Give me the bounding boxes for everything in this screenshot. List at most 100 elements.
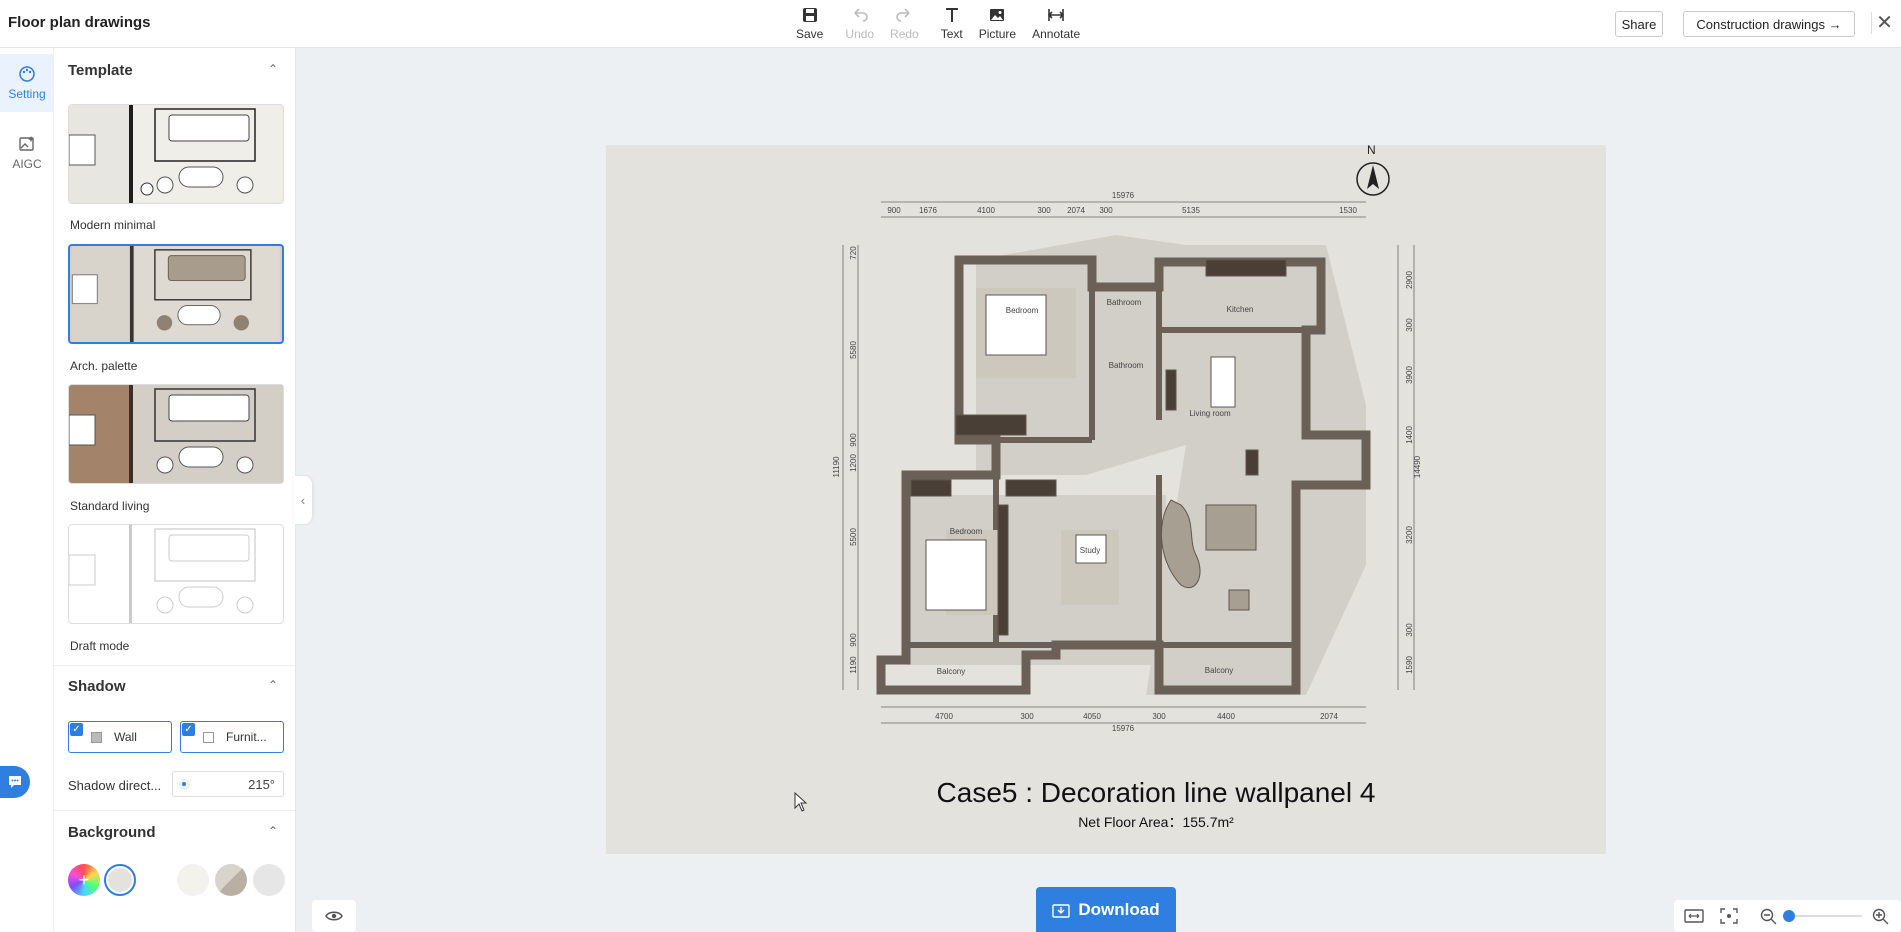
fit-screen-icon[interactable] [1720, 908, 1738, 924]
room-label: Living room [1189, 409, 1231, 418]
share-button[interactable]: Share [1615, 11, 1663, 37]
dimension-label: 5580 [849, 341, 858, 359]
download-image-icon [1052, 903, 1071, 918]
undo-icon [854, 8, 868, 22]
rail-item-setting[interactable]: Setting [0, 54, 54, 112]
construction-drawings-button[interactable]: Construction drawings → [1683, 11, 1855, 37]
chevron-up-icon[interactable]: ⌃ [268, 824, 278, 838]
template-label: Modern minimal [70, 218, 156, 232]
cube-icon [91, 731, 102, 743]
dimension-label: 3900 [1405, 366, 1414, 384]
image-ai-icon [19, 136, 34, 151]
save-button[interactable]: Save [796, 6, 823, 42]
plan-title: Case5 : Decoration line wallpanel 4 [936, 777, 1376, 808]
dimension-label: 1590 [1405, 656, 1414, 674]
dimension-label: 4700 [935, 712, 953, 721]
checkbox-checked-icon: ✓ [182, 723, 195, 736]
shadow-furniture-toggle[interactable]: ✓ Furnit... [180, 721, 284, 753]
background-swatch-selected[interactable] [104, 864, 136, 896]
shadow-direction-value: 215° [248, 777, 275, 792]
dimension-label: 15976 [1112, 724, 1135, 733]
dimension-label: 2074 [1320, 712, 1338, 721]
picture-label: Picture [978, 27, 1017, 41]
room-label: Balcony [1205, 666, 1233, 675]
room-label: Kitchen [1227, 305, 1254, 314]
room-label: Balcony [937, 667, 965, 676]
shadow-wall-toggle[interactable]: ✓ Wall [68, 721, 172, 753]
chevron-up-icon[interactable]: ⌃ [268, 678, 278, 692]
template-card-arch-palette[interactable] [68, 244, 284, 344]
redo-icon [896, 8, 910, 22]
mouse-cursor-icon [794, 792, 808, 812]
template-card-draft-mode[interactable] [68, 524, 284, 624]
dimension-label: 5135 [1182, 206, 1200, 215]
dimension-label: 14490 [1413, 455, 1422, 478]
template-label: Arch. palette [70, 359, 138, 373]
zoom-slider-track[interactable] [1784, 915, 1862, 917]
top-bar: Floor plan drawings Save Undo Redo Text … [0, 0, 1901, 48]
template-label: Draft mode [70, 639, 130, 653]
template-label: Standard living [70, 499, 150, 513]
room-label: Study [1080, 546, 1100, 555]
text-label: Text [940, 27, 963, 41]
rail-label-setting: Setting [8, 87, 46, 101]
redo-button[interactable]: Redo [890, 6, 919, 42]
zoom-out-icon[interactable] [1760, 908, 1778, 926]
template-thumbnail [69, 105, 283, 203]
color-picker-icon[interactable]: + [68, 864, 100, 896]
palette-icon [19, 66, 35, 82]
template-title: Template [68, 62, 133, 79]
preview-eye-icon[interactable] [312, 900, 356, 932]
annotate-button[interactable]: Annotate [1032, 6, 1080, 42]
chevron-up-icon[interactable]: ⌃ [268, 62, 278, 76]
template-thumbnail [69, 385, 283, 483]
dimension-label: 720 [849, 246, 858, 260]
room-label: Bedroom [1006, 306, 1039, 315]
checkbox-checked-icon: ✓ [70, 723, 83, 736]
undo-button[interactable]: Undo [845, 6, 874, 42]
template-card-modern-minimal[interactable] [68, 104, 284, 204]
download-label: Download [1078, 899, 1160, 919]
picture-button[interactable]: Picture [979, 6, 1016, 42]
floor-plan-canvas[interactable]: 15976 15976 11190 14490 900 1676 4100 300 2074 30… [606, 143, 1606, 854]
furniture-icon [203, 731, 214, 743]
dimension-label: 1530 [1339, 206, 1357, 215]
dimension-label: 900 [849, 633, 858, 647]
download-button[interactable]: Download [1036, 887, 1176, 932]
zoom-slider-handle[interactable] [1783, 910, 1795, 922]
settings-panel: Template ⌃ Modern minimal Arch. palette … [54, 48, 296, 932]
dimension-label: 4400 [1217, 712, 1235, 721]
dimension-label: 300 [1152, 712, 1166, 721]
dimension-label: 2074 [1067, 206, 1085, 215]
left-rail: Setting AIGC [0, 48, 54, 932]
save-icon [802, 8, 817, 22]
dimension-label: 300 [1020, 712, 1034, 721]
text-icon [945, 8, 958, 22]
rail-item-aigc[interactable]: AIGC [0, 124, 54, 182]
direction-dial-icon[interactable] [179, 779, 190, 790]
background-swatch[interactable] [253, 864, 285, 896]
room-label: Bedroom [950, 527, 983, 536]
dimension-label: 1400 [1405, 426, 1414, 444]
shadow-furniture-label: Furnit... [226, 730, 267, 744]
template-card-standard-living[interactable] [68, 384, 284, 484]
zoom-in-icon[interactable] [1872, 908, 1890, 926]
redo-label: Redo [890, 27, 919, 41]
dimension-label: 11190 [832, 456, 841, 478]
fit-width-icon[interactable] [1684, 908, 1704, 924]
dimension-label: 1676 [919, 206, 937, 215]
close-icon[interactable]: ✕ [1871, 12, 1893, 34]
text-button[interactable]: Text [941, 6, 963, 42]
dimension-label: 5500 [849, 528, 858, 546]
dimension-label: 300 [1037, 206, 1051, 215]
template-thumbnail [69, 525, 256, 623]
rail-label-aigc: AIGC [12, 157, 42, 171]
background-swatch[interactable] [215, 864, 247, 896]
dimension-label: 900 [887, 206, 901, 215]
collapse-panel-chevron-icon[interactable]: ‹ [294, 476, 312, 524]
shadow-direction-input[interactable]: 215° [172, 771, 284, 797]
divider [54, 665, 295, 666]
background-swatch[interactable] [177, 864, 209, 896]
floor-plan-drawing: 15976 15976 11190 14490 900 1676 4100 300 2074 30… [832, 162, 1422, 733]
template-thumbnail [71, 246, 280, 342]
